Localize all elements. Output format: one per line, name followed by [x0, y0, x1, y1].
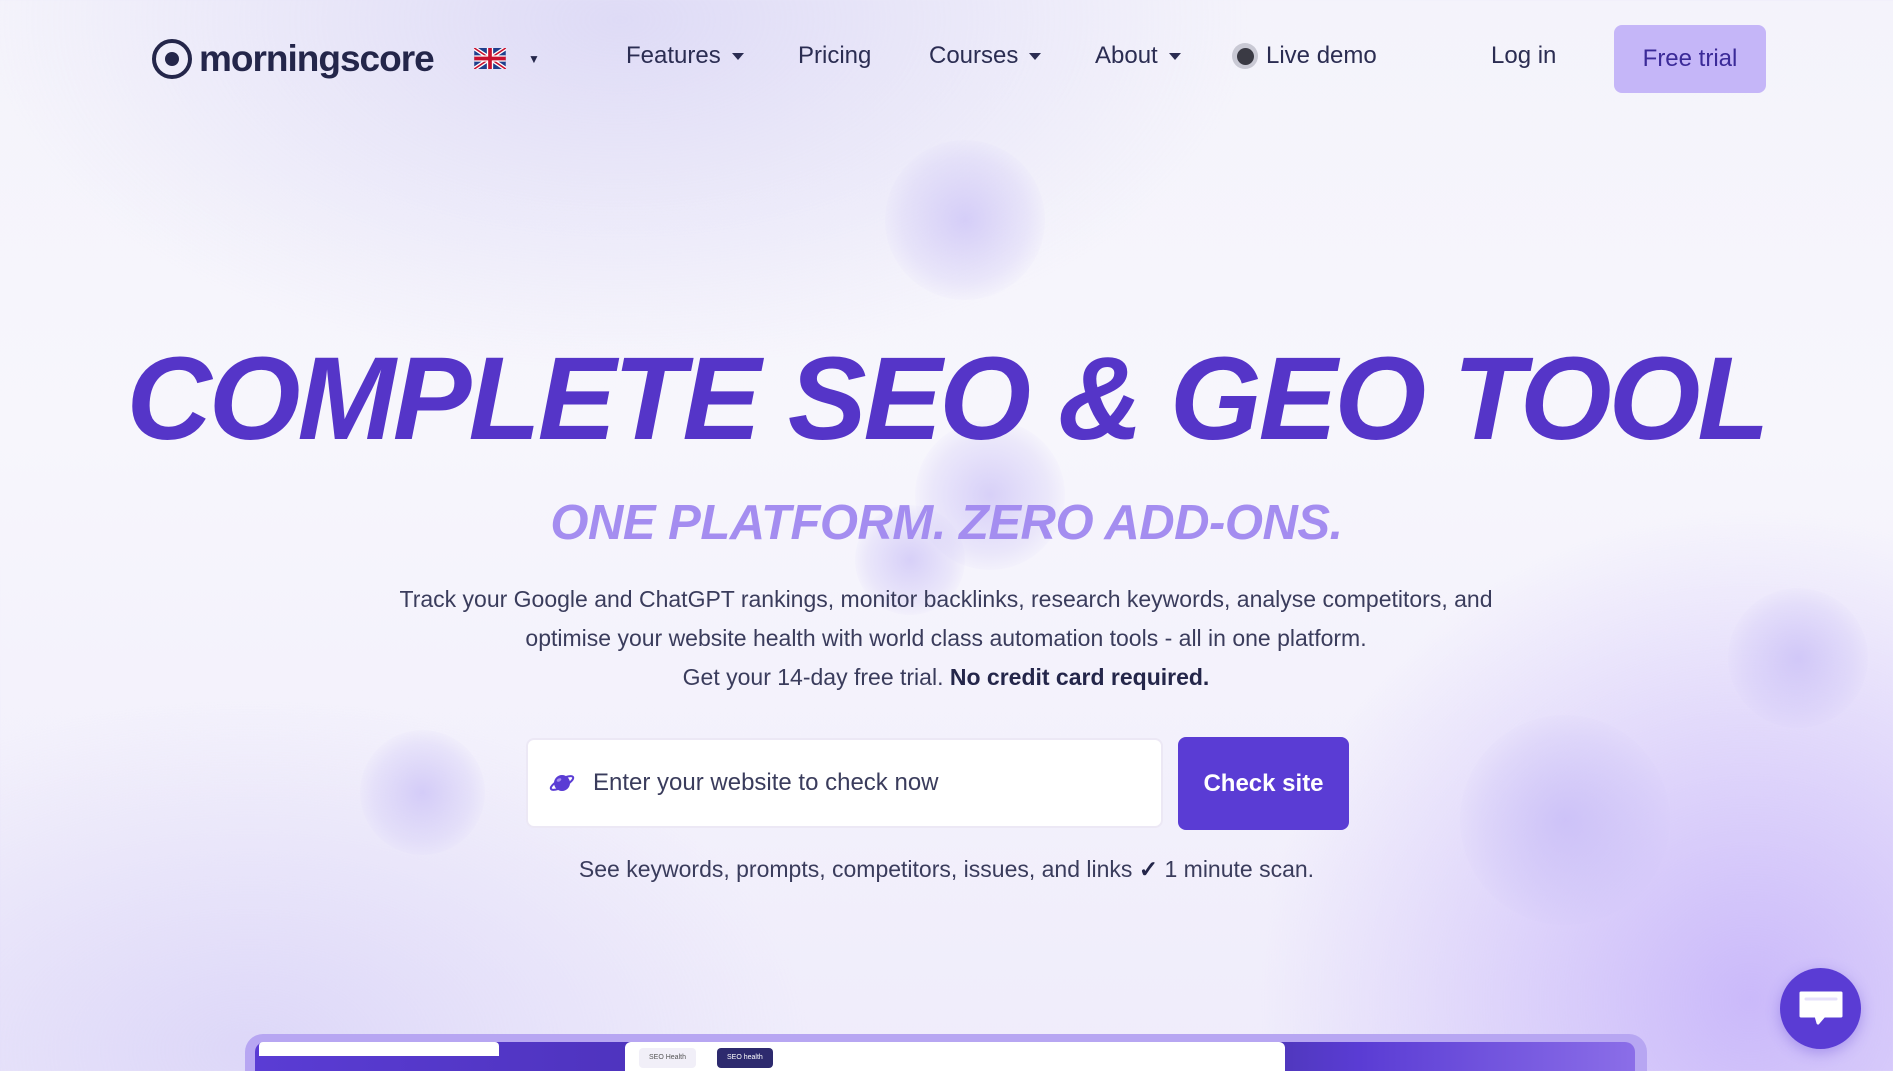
hero-description: Track your Google and ChatGPT rankings, … [346, 580, 1546, 697]
no-credit-card-text: No credit card required. [949, 664, 1210, 690]
preview-tab: SEO health [717, 1048, 773, 1068]
scan-note-text: See keywords, prompts, competitors, issu… [578, 856, 1133, 882]
preview-sidebar-panel [259, 1042, 499, 1056]
logo-link[interactable]: morningscore [152, 38, 435, 80]
nav-item-label: Features [626, 42, 721, 69]
top-navigation: morningscore ▼ Features Pricing Courses … [0, 0, 1893, 120]
chevron-down-icon [1029, 52, 1042, 60]
nav-item-label: Live demo [1266, 42, 1377, 69]
free-trial-button[interactable]: Free trial [1614, 25, 1766, 93]
nav-item-pricing[interactable]: Pricing [798, 42, 871, 70]
chevron-down-icon [1168, 52, 1181, 60]
uk-flag-icon [474, 48, 506, 69]
preview-tab: SEO Health [639, 1048, 696, 1068]
nav-item-label: Courses [929, 42, 1019, 69]
chat-icon [1799, 991, 1842, 1024]
language-selector[interactable]: ▼ [474, 48, 540, 69]
chevron-down-icon [731, 52, 744, 60]
preview-main-panel: SEO Health SEO health [625, 1042, 1285, 1071]
description-line-2: optimise your website health with world … [525, 625, 1367, 651]
background-orb [1460, 715, 1670, 925]
login-link[interactable]: Log in [1491, 42, 1556, 70]
nav-item-courses[interactable]: Courses [929, 42, 1042, 70]
nav-item-features[interactable]: Features [626, 42, 744, 70]
background-orb [360, 730, 485, 855]
chevron-down-icon: ▼ [528, 51, 540, 66]
checkmark-icon: ✓ [1138, 856, 1159, 882]
nav-item-live-demo[interactable]: Live demo [1232, 42, 1377, 70]
website-url-input[interactable] [591, 768, 1115, 798]
nav-item-label: Pricing [798, 42, 872, 69]
background-orb [885, 140, 1045, 300]
website-search-box [526, 738, 1163, 828]
description-line-1: Track your Google and ChatGPT rankings, … [399, 586, 1493, 612]
hero-subtitle: ONE PLATFORM. ZERO ADD-ONS. [550, 496, 1343, 550]
planet-icon [549, 775, 575, 791]
chat-widget-button[interactable] [1780, 968, 1861, 1049]
nav-item-about[interactable]: About [1095, 42, 1181, 70]
scan-note: See keywords, prompts, competitors, issu… [0, 856, 1893, 883]
app-preview-screenshot: SEO Health SEO health [245, 1034, 1647, 1071]
check-site-button[interactable]: Check site [1178, 737, 1349, 830]
background-orb [1728, 588, 1868, 728]
record-icon [1232, 43, 1258, 69]
scan-duration: 1 minute scan. [1164, 856, 1315, 882]
trial-text: Get your 14-day free trial. [682, 664, 944, 690]
morningscore-logo-icon [152, 39, 192, 79]
brand-name: morningscore [199, 38, 435, 79]
hero-title: COMPLETE SEO & GEO TOOL [126, 333, 1770, 465]
login-label: Log in [1491, 42, 1557, 69]
nav-item-label: About [1095, 42, 1158, 69]
